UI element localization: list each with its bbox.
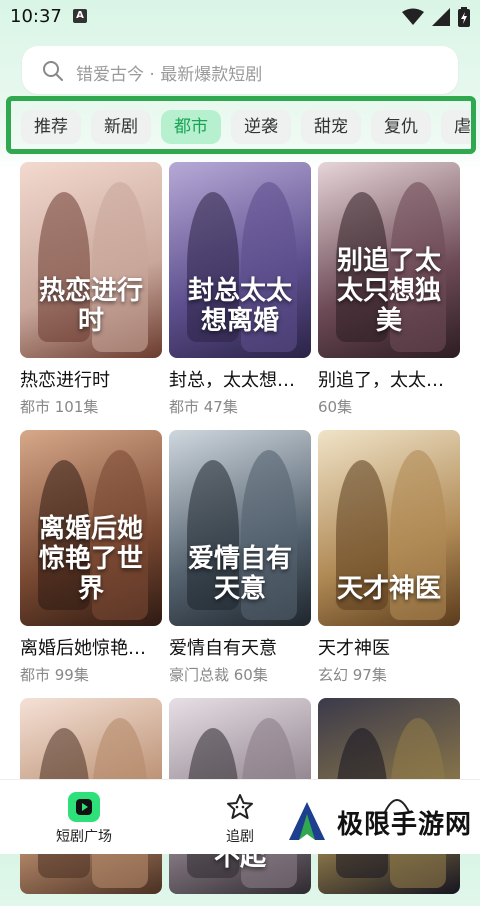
drama-card[interactable]: 热恋进行时 热恋进行时 都市 101集 — [20, 162, 162, 417]
watermark-text: 极限手游网 — [336, 809, 472, 840]
drama-title: 热恋进行时 — [20, 370, 110, 391]
poster-title-art: 封总太太想离婚 — [187, 276, 292, 336]
drama-poster[interactable]: 天才神医 — [318, 430, 460, 626]
drama-poster[interactable]: 离婚后她惊艳了世界 — [20, 430, 162, 626]
drama-poster[interactable]: 封总太太想离婚 — [169, 162, 311, 358]
drama-card[interactable]: 封总太太想离婚封总，太太想… 都市 47集 — [169, 162, 311, 417]
poster-title-art: 离婚后她惊艳了世界 — [38, 514, 143, 604]
tab-category[interactable]: 都市 — [161, 110, 221, 144]
drama-card[interactable]: 离婚后她惊艳了世界离婚后她惊艳… 都市 99集 — [20, 430, 162, 685]
system-icons — [402, 7, 470, 27]
star-icon — [227, 794, 253, 819]
tab-category[interactable]: 虐 — [441, 110, 471, 144]
status-bar: 10:37 A — [0, 0, 480, 34]
nav-item-follow[interactable]: 追剧 — [190, 792, 290, 846]
search-bar[interactable]: 错爱古今 · 最新爆款短剧 — [22, 46, 458, 94]
drama-meta: 玄幻 97集 — [318, 666, 387, 684]
play-icon — [68, 792, 100, 822]
category-tabs-frame: 推荐 新剧 都市 逆袭 甜宠 复仇虐 — [6, 96, 476, 154]
drama-poster[interactable]: 热恋进行时 — [20, 162, 162, 358]
drama-poster[interactable]: 爱情自有天意 — [169, 430, 311, 626]
drama-title: 离婚后她惊艳… — [20, 638, 146, 659]
poster-title-art: 天才神医 — [336, 574, 441, 604]
wifi-icon — [402, 8, 424, 25]
drama-title: 爱情自有天意 — [169, 638, 277, 659]
drama-title: 别追了，太太… — [318, 370, 444, 391]
drama-meta: 都市 99集 — [20, 666, 89, 684]
drama-poster[interactable]: 别追了太太只想独美 — [318, 162, 460, 358]
poster-title-art: 热恋进行时 — [38, 276, 143, 336]
nav-label-plaza: 短剧广场 — [56, 829, 112, 845]
drama-card[interactable]: 爱情自有天意 爱情自有天意 豪门总裁 60集 — [169, 430, 311, 685]
drama-meta: 60集 — [318, 398, 353, 416]
drama-card[interactable]: 别追了太太只想独美别追了，太太… 60集 — [318, 162, 460, 417]
drama-meta: 豪门总裁 60集 — [169, 666, 268, 684]
nav-item-plaza[interactable]: 短剧广场 — [34, 792, 134, 846]
drama-card[interactable]: 天才神医 天才神医 玄幻 97集 — [318, 430, 460, 685]
category-tabs: 推荐 新剧 都市 逆袭 甜宠 复仇虐 — [21, 110, 471, 144]
status-time: 10:37 — [10, 6, 62, 27]
battery-icon — [458, 7, 470, 27]
tab-category[interactable]: 逆袭 — [231, 110, 291, 144]
drama-title: 天才神医 — [318, 638, 390, 659]
drama-title: 封总，太太想… — [169, 370, 295, 391]
tab-category[interactable]: 新剧 — [91, 110, 151, 144]
tab-category[interactable]: 推荐 — [21, 110, 81, 144]
search-placeholder: 错爱古今 · 最新爆款短剧 — [76, 65, 263, 85]
search-icon — [43, 61, 63, 81]
poster-title-art: 爱情自有天意 — [187, 544, 292, 604]
tab-category[interactable]: 复仇 — [371, 110, 431, 144]
poster-title-art: 别追了太太只想独美 — [336, 246, 441, 336]
nav-label-follow: 追剧 — [226, 829, 254, 845]
tab-category[interactable]: 甜宠 — [301, 110, 361, 144]
drama-meta: 都市 101集 — [20, 398, 99, 416]
notification-icon: A — [73, 9, 87, 23]
watermark-logo-icon — [288, 802, 325, 840]
signal-icon — [432, 8, 450, 26]
watermark: 极限手游网 — [285, 800, 472, 844]
drama-meta: 都市 47集 — [169, 398, 238, 416]
